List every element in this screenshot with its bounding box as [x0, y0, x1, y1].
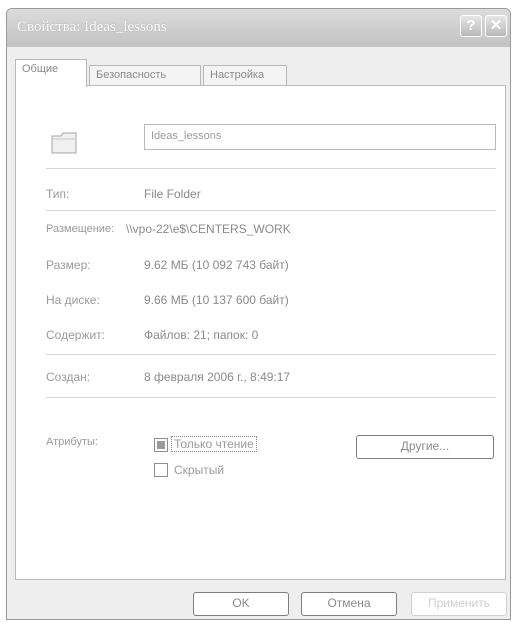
tab-security[interactable]: Безопасность — [89, 65, 201, 87]
readonly-checkbox[interactable] — [154, 438, 168, 452]
location-value: \\vpo-22\e$\CENTERS_WORK — [126, 222, 291, 236]
ok-button[interactable]: OK — [193, 592, 289, 616]
hidden-checkbox[interactable] — [154, 463, 168, 477]
help-button[interactable]: ? — [460, 15, 482, 37]
size-value: 9.62 МБ (10 092 743 байт) — [144, 258, 289, 272]
close-button[interactable]: ✕ — [485, 15, 507, 37]
created-value: 8 февраля 2006 г., 8:49:17 — [144, 370, 291, 384]
location-label: Размещение: — [46, 223, 115, 235]
general-panel: Ideas_lessons Тип: File Folder Размещени… — [15, 85, 506, 580]
hidden-checkbox-label[interactable]: Скрытый — [174, 463, 224, 477]
contains-value: Файлов: 21; папок: 0 — [144, 328, 259, 342]
folder-icon — [51, 132, 77, 154]
cancel-button[interactable]: Отмена — [301, 592, 397, 616]
type-value: File Folder — [144, 187, 201, 201]
tab-customize[interactable]: Настройка — [203, 65, 287, 87]
question-icon: ? — [466, 17, 476, 34]
created-label: Создан: — [46, 370, 91, 384]
separator — [46, 210, 496, 211]
attributes-label: Атрибуты: — [46, 436, 98, 448]
type-label: Тип: — [46, 187, 70, 201]
properties-dialog: Свойства: Ideas_lessons ? ✕ Общие Безопа… — [6, 8, 511, 620]
close-icon: ✕ — [489, 17, 503, 34]
disk-size-value: 9.66 МБ (10 137 600 байт) — [144, 293, 289, 307]
separator — [46, 397, 496, 398]
separator — [46, 168, 496, 169]
window-title: Свойства: Ideas_lessons — [17, 19, 167, 35]
disk-size-label: На диске: — [46, 293, 100, 307]
folder-name-input[interactable]: Ideas_lessons — [144, 124, 496, 150]
separator — [46, 354, 496, 355]
readonly-checkbox-label[interactable]: Только чтение — [171, 436, 257, 452]
advanced-attributes-button[interactable]: Другие... — [356, 435, 494, 459]
title-bar[interactable]: Свойства: Ideas_lessons ? ✕ — [7, 9, 510, 47]
contains-label: Содержит: — [46, 328, 105, 342]
apply-button[interactable]: Применить — [411, 592, 507, 616]
size-label: Размер: — [46, 258, 91, 272]
tab-general[interactable]: Общие — [15, 59, 87, 87]
